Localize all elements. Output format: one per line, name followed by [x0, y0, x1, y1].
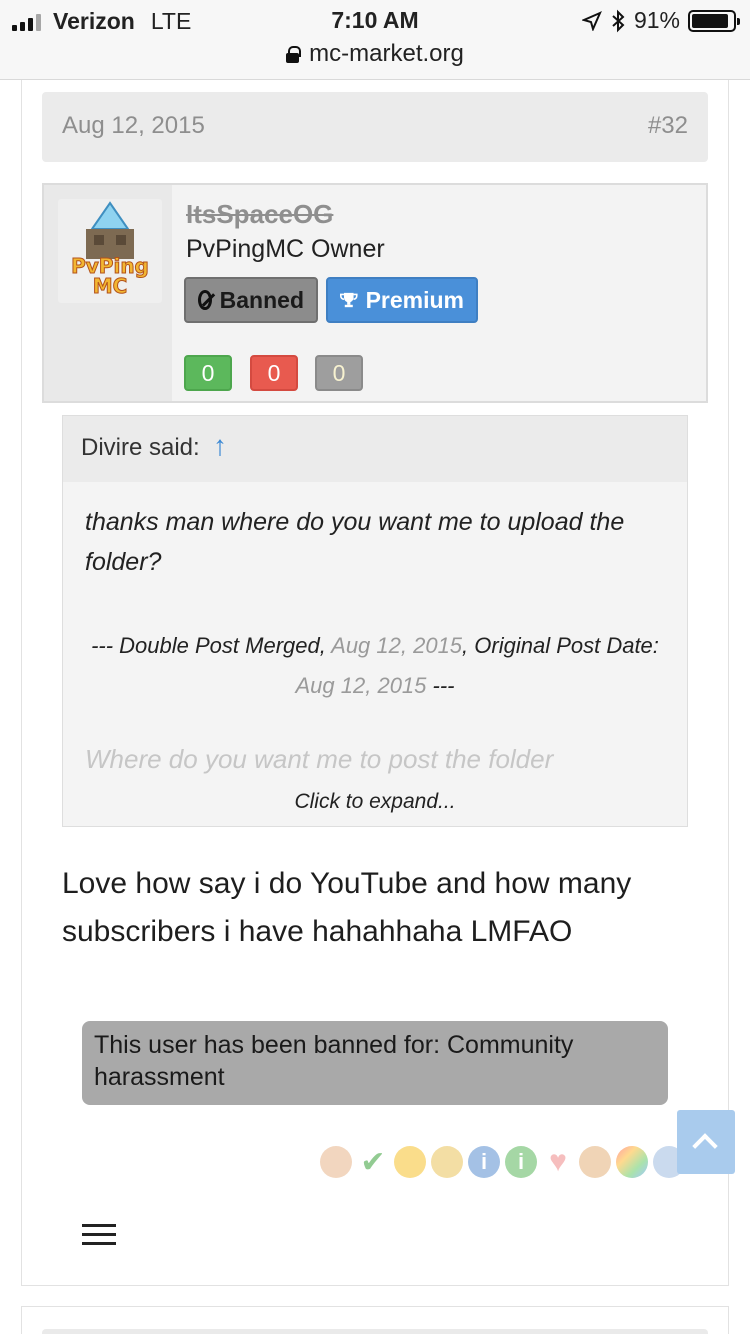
- reaction-bar: ✔ i i ♥: [320, 1145, 685, 1179]
- negative-rating[interactable]: 0: [250, 355, 298, 391]
- merge-date: Aug 12, 2015: [331, 633, 463, 658]
- premium-label: Premium: [365, 286, 464, 313]
- trophy-icon: [340, 292, 358, 308]
- next-post: [21, 1306, 729, 1334]
- battery-percent: 91%: [633, 7, 680, 33]
- ban-icon: [198, 290, 212, 310]
- url-text: mc-market.org: [309, 40, 464, 67]
- original-date: Aug 12, 2015: [295, 673, 427, 698]
- merge-suffix: ---: [426, 673, 455, 698]
- user-details: ItsSpaceOG PvPingMC Owner Banned Premium…: [172, 185, 706, 401]
- avatar-text-2: MC: [93, 274, 128, 298]
- post-date[interactable]: Aug 12, 2015: [62, 112, 205, 140]
- quote-faded-text: Where do you want me to post the folder: [85, 744, 554, 774]
- bluetooth-icon: [612, 9, 625, 32]
- banned-label: Banned: [219, 286, 304, 313]
- user-title: PvPingMC Owner: [186, 235, 385, 263]
- post-header: Aug 12, 2015 #32: [42, 92, 708, 162]
- quote-header: Divire said: ↑: [63, 416, 687, 482]
- username-link[interactable]: ItsSpaceOG: [186, 199, 333, 230]
- hamburger-menu-icon[interactable]: [82, 1224, 116, 1246]
- grin-icon[interactable]: [394, 1146, 426, 1178]
- post-message: Love how say i do YouTube and how many s…: [62, 867, 632, 948]
- merge-prefix: --- Double Post Merged,: [91, 633, 332, 658]
- avatar-column: PvPing MC: [44, 185, 172, 401]
- avatar[interactable]: PvPing MC: [58, 199, 162, 303]
- merge-middle: , Original Post Date:: [462, 633, 659, 658]
- url-bar[interactable]: mc-market.org: [0, 40, 750, 68]
- banned-badge: Banned: [184, 277, 318, 323]
- post-number[interactable]: #32: [648, 112, 688, 140]
- avatar-logo: PvPing MC: [71, 201, 149, 299]
- status-bar: Verizon LTE 7:10 AM 91% mc-market.org: [0, 0, 750, 80]
- click-to-expand[interactable]: Click to expand...: [63, 790, 687, 814]
- quote-author: Divire said:: [81, 434, 200, 461]
- battery-icon: [688, 9, 740, 32]
- wrench-icon[interactable]: [579, 1146, 611, 1178]
- chevron-up-icon: [692, 1133, 718, 1159]
- jump-to-quote-icon[interactable]: ↑: [213, 430, 227, 462]
- forum-post: Aug 12, 2015 #32 PvPing MC ItsSpaceOG Pv…: [21, 80, 729, 1286]
- positive-rating[interactable]: 0: [184, 355, 232, 391]
- info-icon[interactable]: i: [468, 1146, 500, 1178]
- neutral-rating[interactable]: 0: [315, 355, 363, 391]
- heart-icon[interactable]: ♥: [542, 1145, 574, 1178]
- thumbs-up-icon[interactable]: [320, 1146, 352, 1178]
- rainbow-icon[interactable]: [616, 1146, 648, 1178]
- scroll-to-top-button[interactable]: [677, 1110, 735, 1174]
- premium-badge[interactable]: Premium: [326, 277, 478, 323]
- quote-text: thanks man where do you want me to uploa…: [85, 508, 625, 576]
- info-green-icon[interactable]: i: [505, 1146, 537, 1178]
- star-medal-icon[interactable]: [431, 1146, 463, 1178]
- lock-icon: [286, 46, 302, 63]
- location-icon: [581, 10, 602, 31]
- ban-notice: This user has been banned for: Community…: [82, 1021, 668, 1105]
- quote-block: Divire said: ↑ thanks man where do you w…: [62, 415, 688, 827]
- merge-notice: --- Double Post Merged, Aug 12, 2015, Or…: [73, 626, 677, 706]
- user-info-box: PvPing MC ItsSpaceOG PvPingMC Owner Bann…: [42, 183, 708, 403]
- next-post-header: [42, 1329, 708, 1334]
- check-icon[interactable]: ✔: [357, 1146, 389, 1179]
- status-right: 91%: [581, 7, 740, 34]
